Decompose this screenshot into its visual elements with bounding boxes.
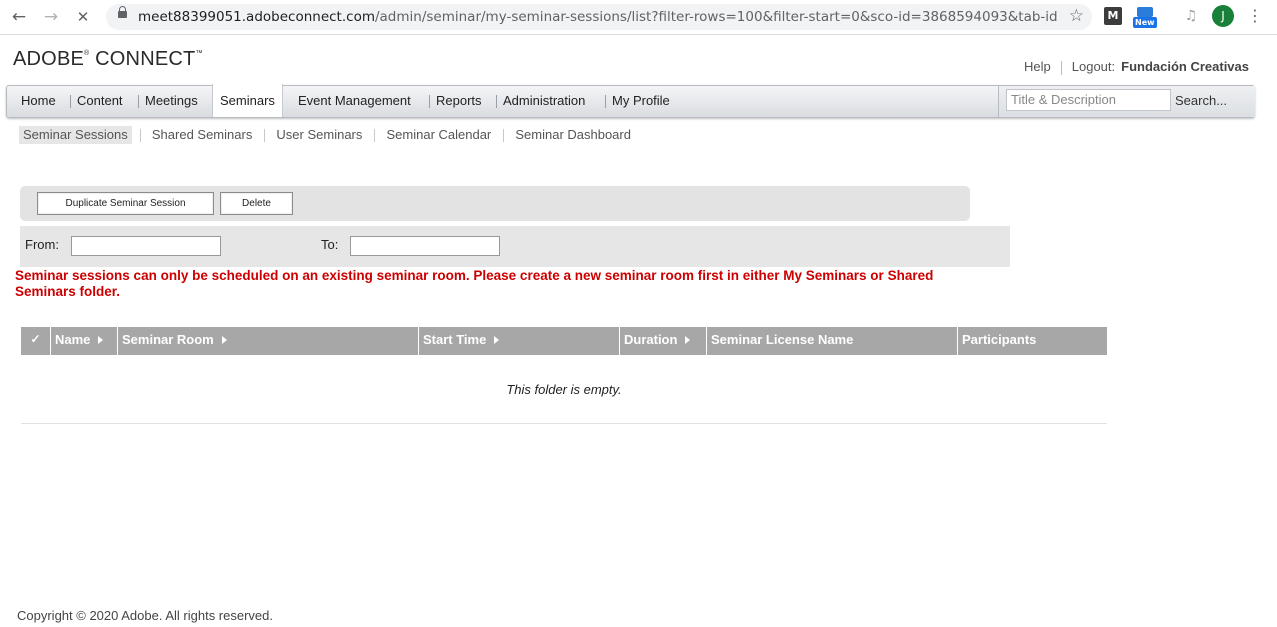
- column-duration[interactable]: Duration: [619, 327, 706, 355]
- error-message: Seminar sessions can only be scheduled o…: [15, 268, 934, 299]
- column-name[interactable]: Name: [50, 327, 117, 355]
- back-arrow-icon[interactable]: ←: [8, 6, 30, 28]
- logo-registered-mark: ®: [84, 50, 90, 57]
- new-extension-icon[interactable]: New: [1133, 7, 1157, 28]
- gmail-extension-icon[interactable]: M: [1104, 7, 1122, 25]
- column-seminar-license-name[interactable]: Seminar License Name: [706, 327, 957, 355]
- column-seminar-room-label: Seminar Room: [122, 332, 214, 347]
- main-navigation: Home Content Meetings Seminars Event Man…: [6, 84, 1255, 118]
- select-all-checkbox[interactable]: ✓: [21, 327, 50, 355]
- table-header: ✓ Name Seminar Room Start Time Duration …: [21, 327, 1107, 355]
- sort-arrow-icon: [221, 335, 227, 344]
- to-date-input[interactable]: [350, 236, 500, 256]
- nav-event-management[interactable]: Event Management: [291, 86, 418, 117]
- adobe-connect-logo: ADOBE® CONNECT™: [13, 48, 203, 71]
- media-control-icon[interactable]: ♫: [1182, 7, 1200, 25]
- copyright-footer: Copyright © 2020 Adobe. All rights reser…: [17, 608, 274, 623]
- column-start-time-label: Start Time: [423, 332, 487, 347]
- subnav-shared-seminars[interactable]: Shared Seminars: [139, 126, 256, 144]
- search-area: Title & Description Search...: [998, 86, 1255, 117]
- column-participants[interactable]: Participants: [957, 327, 1107, 355]
- nav-content[interactable]: Content: [70, 86, 130, 117]
- nav-seminars[interactable]: Seminars: [212, 84, 283, 117]
- url-text[interactable]: meet88399051.adobeconnect.com/admin/semi…: [138, 9, 1058, 25]
- user-name: Fundación Creativas: [1121, 59, 1249, 74]
- sort-arrow-icon: [494, 335, 500, 344]
- sort-arrow-icon: [685, 335, 691, 344]
- forward-arrow-icon[interactable]: →: [40, 6, 62, 28]
- logo-trademark: ™: [195, 50, 203, 57]
- browser-menu-icon[interactable]: ⋮: [1246, 7, 1264, 25]
- logo-connect-text: CONNECT: [95, 48, 196, 70]
- nav-meetings[interactable]: Meetings: [138, 86, 205, 117]
- subnav-seminar-sessions[interactable]: Seminar Sessions: [19, 126, 132, 144]
- duplicate-seminar-session-button[interactable]: Duplicate Seminar Session: [37, 192, 214, 215]
- top-links: Help Logout: Fundación Creativas: [1024, 59, 1249, 75]
- empty-folder-message: This folder is empty.: [506, 382, 622, 397]
- browser-toolbar: ← → ✕ meet88399051.adobeconnect.com/admi…: [0, 0, 1277, 35]
- from-label: From:: [25, 237, 59, 252]
- nav-administration[interactable]: Administration: [496, 86, 592, 117]
- column-seminar-room[interactable]: Seminar Room: [117, 327, 418, 355]
- nav-home[interactable]: Home: [14, 86, 63, 117]
- date-filter: From: To:: [20, 226, 1010, 267]
- sort-arrow-icon: [98, 335, 104, 344]
- profile-avatar[interactable]: J: [1212, 5, 1234, 27]
- logo-adobe-text: ADOBE: [13, 48, 85, 70]
- delete-button[interactable]: Delete: [220, 192, 293, 215]
- url-host: meet88399051.adobeconnect.com: [138, 9, 375, 25]
- help-link[interactable]: Help: [1024, 59, 1051, 74]
- lock-icon: [118, 6, 127, 18]
- column-name-label: Name: [55, 332, 91, 347]
- stop-loading-icon[interactable]: ✕: [72, 6, 94, 28]
- divider: [1060, 60, 1062, 75]
- column-start-time[interactable]: Start Time: [418, 327, 619, 355]
- address-bar[interactable]: meet88399051.adobeconnect.com/admin/semi…: [106, 4, 1092, 30]
- subnav-seminar-calendar[interactable]: Seminar Calendar: [374, 126, 495, 144]
- from-date-input[interactable]: [71, 236, 221, 256]
- nav-reports[interactable]: Reports: [429, 86, 489, 117]
- subnav-seminar-dashboard[interactable]: Seminar Dashboard: [503, 126, 635, 144]
- logout-link[interactable]: Logout:: [1072, 59, 1115, 74]
- url-path: /admin/seminar/my-seminar-sessions/list?…: [374, 9, 1058, 25]
- bookmark-star-icon[interactable]: ☆: [1069, 6, 1084, 26]
- subnav-user-seminars[interactable]: User Seminars: [264, 126, 366, 144]
- column-duration-label: Duration: [624, 332, 678, 347]
- nav-my-profile[interactable]: My Profile: [605, 86, 677, 117]
- search-input[interactable]: Title & Description: [1006, 89, 1171, 111]
- sub-navigation: Seminar Sessions Shared Seminars User Se…: [19, 124, 646, 144]
- search-button[interactable]: Search...: [1175, 86, 1227, 117]
- action-toolbar: Duplicate Seminar Session Delete: [20, 186, 970, 221]
- new-badge: New: [1133, 17, 1157, 28]
- table-bottom-divider: [21, 423, 1107, 424]
- to-label: To:: [321, 237, 339, 252]
